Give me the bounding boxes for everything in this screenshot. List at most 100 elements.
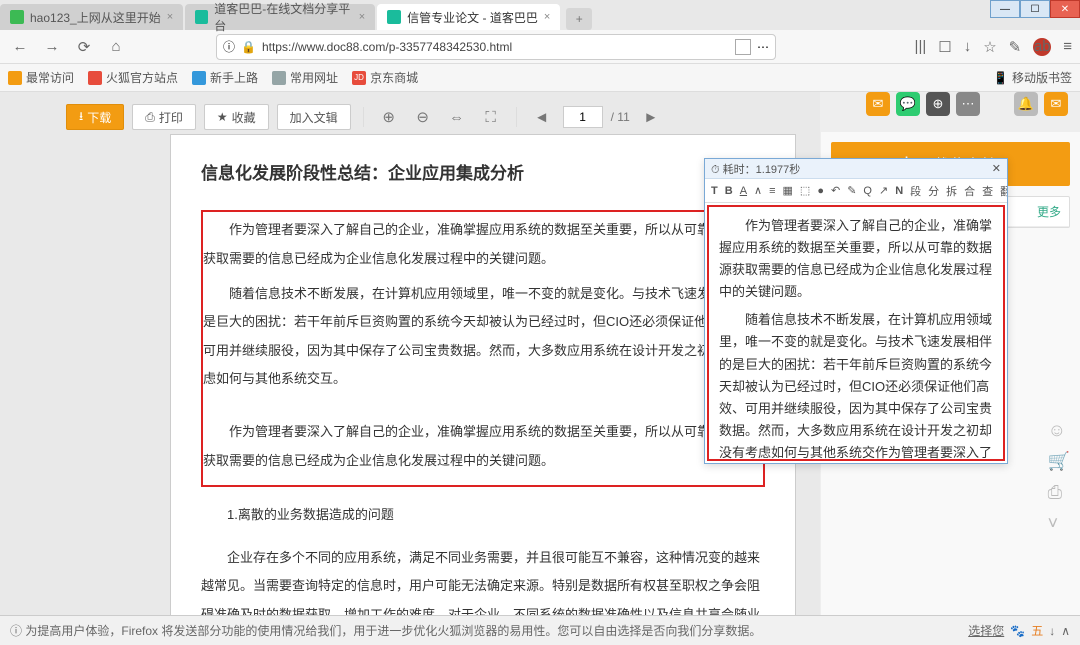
next-page-icon[interactable]: ► (638, 104, 664, 130)
bm-getting-started[interactable]: 新手上路 (192, 69, 258, 86)
bookmark-bar: 最常访问 火狐官方站点 新手上路 常用网址 JD京东商城 📱移动版书签 (0, 64, 1080, 92)
tool-align[interactable]: ≡ (767, 185, 777, 197)
tool-b[interactable]: B (723, 185, 735, 197)
button-label: 收藏 (232, 109, 256, 126)
tool-up[interactable]: ∧ (752, 184, 764, 197)
library-icon[interactable]: ||| (915, 38, 927, 55)
tool-split[interactable]: 分 (926, 183, 941, 199)
url-bar[interactable]: ⓘ 🔒 https://www.doc88.com/p-335774834253… (216, 34, 776, 60)
cart-icon[interactable]: 🛒 (1048, 451, 1070, 472)
tool-search[interactable]: Q (861, 185, 874, 197)
tool-a[interactable]: A (738, 185, 749, 197)
tool-find[interactable]: 查 (980, 183, 995, 199)
tool-t[interactable]: T (709, 185, 720, 197)
window-minimize[interactable]: — (990, 0, 1020, 18)
feedback-icon[interactable]: ☺ (1048, 420, 1070, 441)
paragraph: 作为管理者要深入了解自己的企业，准确掌握应用系统的数据至关重要，所以从可靠的数据… (203, 418, 763, 475)
download-button[interactable]: ⭳下载 (66, 104, 124, 130)
ime-icon[interactable]: 🐾 (1010, 624, 1025, 638)
bookmark-star-icon[interactable]: ⋯ (757, 40, 769, 54)
bm-label: 京东商城 (370, 69, 418, 86)
fullscreen-icon[interactable]: ⛶ (478, 104, 504, 130)
ime-down-icon[interactable]: ↓ (1049, 624, 1055, 638)
bm-most-visited[interactable]: 最常访问 (8, 69, 74, 86)
paragraph: 随着信息技术不断发展，在计算机应用领域里，唯一不变的就是变化。与技术飞速发展相伴… (203, 280, 763, 394)
share-more-icon[interactable]: ⋯ (956, 92, 980, 116)
downloads-icon[interactable]: ↓ (964, 38, 972, 55)
tool-pen[interactable]: ✎ (845, 184, 858, 197)
tool-share[interactable]: ↗ (877, 184, 890, 197)
tool-box[interactable]: ⬚ (798, 184, 812, 197)
window-maximize[interactable]: ☐ (1020, 0, 1050, 18)
share-wechat-icon[interactable]: 💬 (896, 92, 920, 116)
zoom-in-icon[interactable]: ⊕ (376, 104, 402, 130)
tool-dot[interactable]: ● (815, 185, 826, 197)
extracted-paragraph: 随着信息技术不断发展，在计算机应用领域里，唯一不变的就是变化。与技术飞速发展相伴… (719, 309, 993, 461)
collapse-icon[interactable]: ˅ (1048, 513, 1070, 534)
tool-merge[interactable]: 合 (962, 183, 977, 199)
folder-icon (8, 71, 22, 85)
reload-button[interactable]: ⟳ (72, 35, 96, 59)
add-to-group-button[interactable]: 加入文辑 (277, 104, 351, 130)
favorite-button[interactable]: ★收藏 (204, 104, 269, 130)
tool-para[interactable]: 段 (908, 183, 923, 199)
button-label: 打印 (159, 109, 183, 126)
document-page: 信息化发展阶段性总结：企业应用集成分析 作为管理者要深入了解自己的企业，准确掌握… (170, 134, 796, 615)
bm-jd[interactable]: JD京东商城 (352, 69, 418, 86)
close-icon[interactable]: × (544, 11, 550, 23)
new-tab-button[interactable]: + (566, 8, 592, 30)
site-icon (88, 71, 102, 85)
close-icon[interactable]: ✕ (992, 162, 1001, 175)
bm-common[interactable]: 常用网址 (272, 69, 338, 86)
close-icon[interactable]: × (359, 11, 365, 23)
document-title: 信息化发展阶段性总结：企业应用集成分析 (201, 155, 765, 192)
choose-link[interactable]: 选择您 (968, 622, 1004, 639)
bm-firefox[interactable]: 火狐官方站点 (88, 69, 178, 86)
menu-icon[interactable]: ≡ (1063, 38, 1072, 55)
message-icon[interactable]: ✉ (1044, 92, 1068, 116)
tool-translate[interactable]: 翻 (998, 183, 1007, 199)
bm-mobile[interactable]: 📱移动版书签 (993, 69, 1072, 86)
ime-mode[interactable]: 五 (1031, 622, 1043, 639)
status-message: 为提高用户体验，Firefox 将发送部分功能的使用情况给我们，用于进一步优化火… (25, 622, 761, 639)
fit-width-icon[interactable]: ⇔ (444, 104, 470, 130)
tool-undo[interactable]: ↶ (829, 184, 842, 197)
share-mail-icon[interactable]: ✉ (866, 92, 890, 116)
button-label: 下载 (87, 109, 111, 126)
share-weibo-icon[interactable]: ⊕ (926, 92, 950, 116)
window-close[interactable]: ✕ (1050, 0, 1080, 18)
reader-mode-icon[interactable] (735, 39, 751, 55)
browser-navbar: ← → ⟳ ⌂ ⓘ 🔒 https://www.doc88.com/p-3357… (0, 30, 1080, 64)
panel-text-body[interactable]: 作为管理者要深入了解自己的企业，准确掌握应用系统的数据至关重要，所以从可靠的数据… (707, 205, 1005, 461)
favicon (10, 10, 24, 24)
notify-icon[interactable]: 🔔 (1014, 92, 1038, 116)
tool-grid[interactable]: ▦ (781, 184, 795, 197)
page-input[interactable] (563, 106, 603, 128)
timer-text: 耗时：1.1977秒 (723, 164, 801, 176)
url-text[interactable]: https://www.doc88.com/p-3357748342530.ht… (262, 40, 729, 54)
home-button[interactable]: ⌂ (104, 35, 128, 59)
close-icon[interactable]: × (167, 11, 173, 23)
print-button[interactable]: ⎙打印 (132, 104, 196, 130)
bookmark-icon[interactable]: ☆ (983, 38, 996, 56)
ime-up-icon[interactable]: ∧ (1061, 624, 1070, 638)
mobile-icon: 📱 (993, 71, 1008, 85)
zoom-out-icon[interactable]: ⊖ (410, 104, 436, 130)
favicon (195, 10, 208, 24)
tool-n[interactable]: N (893, 185, 905, 197)
print-icon[interactable]: ⎙ (1048, 482, 1070, 503)
tool-break[interactable]: 拆 (944, 183, 959, 199)
text-extract-panel[interactable]: ⏱ 耗时：1.1977秒 ✕ T B A ∧ ≡ ▦ ⬚ ● ↶ ✎ Q ↗ N… (704, 158, 1008, 464)
prev-page-icon[interactable]: ◄ (529, 104, 555, 130)
back-button[interactable]: ← (8, 35, 32, 59)
forward-button[interactable]: → (40, 35, 64, 59)
extensions-icon[interactable]: ✎ (1009, 38, 1022, 56)
tab-doc88-home[interactable]: 道客巴巴-在线文档分享平台 × (185, 4, 375, 30)
sidebar-icon[interactable]: ☐ (938, 38, 951, 56)
site-icon (192, 71, 206, 85)
tab-document[interactable]: 信管专业论文 - 道客巴巴 × (377, 4, 560, 30)
adblock-icon[interactable]: ab (1033, 38, 1051, 56)
tab-hao123[interactable]: hao123_上网从这里开始 × (0, 4, 183, 30)
more-link[interactable]: 更多 (1037, 203, 1061, 220)
site-info-icon[interactable]: ⓘ (223, 38, 235, 55)
